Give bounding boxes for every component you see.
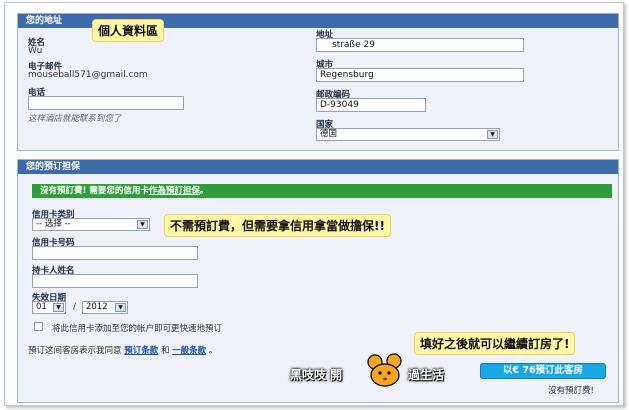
expiry-separator: / — [73, 302, 77, 312]
address-section: 您的地址 姓名 Wu 电子邮件 mouseball571@gmail.com 电… — [17, 13, 619, 151]
guarantee-section-title: 您的預订担保 — [18, 160, 618, 174]
expiry-month-select[interactable]: 01 ▼ — [32, 301, 66, 314]
terms-prefix: 預订这间客房表示我同意 — [28, 346, 122, 356]
booking-terms-link[interactable]: 預订条款 — [124, 346, 158, 356]
after-annotation: 填好之後就可以繼續訂房了! — [414, 332, 576, 355]
notice-prefix: 沒有預訂費! 需要您的信用卡 — [40, 186, 149, 196]
phone-hint: 这样酒店就能联系到您了 — [28, 114, 122, 124]
card-type-select[interactable]: -- 选择 -- ▼ — [32, 218, 150, 231]
terms-suffix: 。 — [208, 346, 218, 356]
book-room-button[interactable]: 以€ 76預订此客房 — [480, 363, 606, 379]
watermark-left: 黑吱吱 開 — [290, 368, 343, 382]
notice-suffix: 。 — [199, 186, 209, 196]
expiry-year-value: 2012 — [86, 302, 108, 312]
city-input[interactable]: Regensburg — [316, 68, 524, 82]
booking-form-window: 您的地址 姓名 Wu 电子邮件 mouseball571@gmail.com 电… — [4, 2, 624, 406]
guarantee-section: 您的預订担保 沒有預訂費! 需要您的信用卡作為預訂担保。 信用卡类别 -- 选择… — [17, 159, 619, 403]
chevron-down-icon: ▼ — [115, 303, 126, 312]
name-value: Wu — [28, 46, 43, 56]
address-value: straße 29 — [332, 40, 375, 50]
notice-link[interactable]: 作為預訂担保 — [149, 186, 200, 196]
zip-input[interactable]: D-93049 — [316, 98, 426, 112]
general-terms-link[interactable]: 一般条款 — [172, 346, 206, 356]
expiry-month-value: 01 — [36, 302, 47, 312]
mouse-logo-icon — [366, 353, 404, 389]
terms-text: 預订这间客房表示我同意 預订条款 和 一般条款 。 — [28, 344, 217, 356]
chevron-down-icon: ▼ — [137, 220, 148, 229]
card-number-input[interactable] — [32, 246, 198, 260]
no-fee-text: 沒有預訂费! — [548, 386, 594, 396]
save-card-checkbox[interactable] — [34, 322, 43, 331]
card-type-value: -- 选择 -- — [36, 219, 71, 229]
save-card-label: 将此信用卡添加至您的帐户即可更快速地預订 — [52, 324, 223, 334]
chevron-down-icon: ▼ — [53, 303, 64, 312]
country-select[interactable]: 德国 ▼ — [316, 128, 500, 141]
chevron-down-icon: ▼ — [487, 130, 498, 139]
profile-annotation: 個人資料區 — [92, 19, 165, 42]
terms-and: 和 — [160, 346, 170, 356]
email-value: mouseball571@gmail.com — [28, 70, 148, 80]
no-fee-notice: 沒有預訂費! 需要您的信用卡作為預訂担保。 — [32, 184, 612, 198]
phone-input[interactable] — [28, 96, 184, 110]
card-holder-input[interactable] — [32, 274, 198, 288]
address-input[interactable]: straße 29 — [316, 38, 524, 52]
deposit-annotation: 不需預訂費，但需要拿信用拿當做擔保!! — [164, 214, 391, 237]
country-value: 德国 — [320, 129, 338, 139]
expiry-year-select[interactable]: 2012 ▼ — [82, 301, 128, 314]
watermark-right: 過生活 — [408, 368, 445, 382]
